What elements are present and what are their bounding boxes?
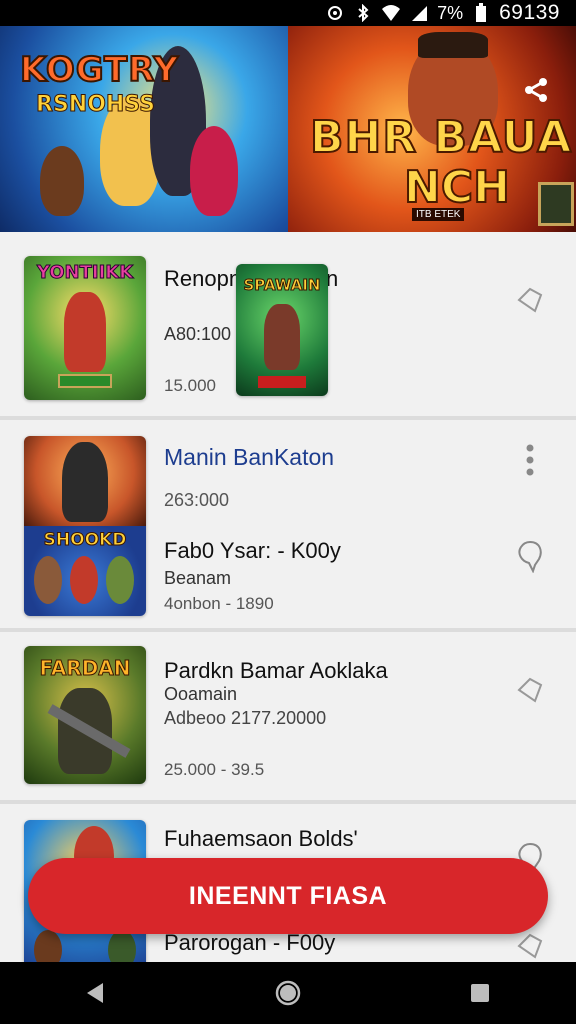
play-tag [58, 374, 112, 388]
nfc-icon [325, 3, 345, 23]
character-art [64, 292, 106, 372]
item-secondary-subtitle: Beanam [164, 568, 232, 588]
item-title: Pardkn Bamar Aoklaka [164, 658, 388, 683]
more-vert-icon[interactable] [510, 440, 550, 480]
overlay-thumbnail[interactable]: SPAWAIN [236, 264, 328, 396]
recents-icon[interactable] [450, 969, 510, 1017]
item-subtitle: A80:100 [164, 324, 232, 344]
play-tag [258, 376, 306, 388]
share-icon[interactable] [520, 74, 552, 106]
list-item[interactable]: FARDAN Pardkn Bamar Aoklaka Ooamain Adbe… [0, 632, 576, 804]
signal-icon [409, 3, 429, 23]
list-item[interactable]: YONTIIKK Renopn Asromis n A80:100 15.000… [0, 232, 576, 420]
comment-icon[interactable] [510, 536, 550, 576]
item-meta: 15.000 [164, 376, 216, 395]
bluetooth-icon [353, 3, 373, 23]
clock: 69139 [499, 1, 560, 24]
character-art [34, 556, 62, 604]
item-title[interactable]: Manin BanKaton [164, 444, 334, 471]
pin-icon[interactable] [510, 670, 550, 710]
banner-left-subtitle: RSNOHSS [35, 92, 156, 118]
system-nav-bar [0, 962, 576, 1024]
wifi-icon [381, 3, 401, 23]
item-subtitle: 263:000 [164, 490, 230, 510]
pin-icon[interactable] [510, 280, 550, 320]
side-card [538, 182, 574, 226]
list-item[interactable]: SHOOKD Manin BanKaton 263:000 Fab0 Ysar:… [0, 420, 576, 632]
hat [418, 32, 488, 58]
item-detail: Adbeoo 2177.20000 [164, 708, 327, 728]
item-subtitle: Ooamain [164, 684, 238, 704]
character-art [264, 304, 300, 370]
thumb-bottom-art: SHOOKD [24, 526, 146, 616]
game-thumbnail[interactable]: YONTIIKK [24, 256, 146, 400]
banner-right-subtitle: NCH [403, 161, 511, 214]
hero-figure [190, 126, 238, 216]
game-thumbnail[interactable]: SHOOKD [24, 436, 146, 616]
item-meta: 25.000 - 39.5 [164, 760, 265, 779]
battery-icon [471, 3, 491, 23]
item-meta: 4onbon - 1890 [164, 594, 274, 613]
character-art [106, 556, 134, 604]
banner-left-title: KOGTRY [19, 49, 180, 91]
primary-action-button[interactable]: INEENNT FIASA [28, 858, 548, 934]
game-thumbnail[interactable]: FARDAN [24, 646, 146, 784]
hero-figure [40, 146, 84, 216]
character-art [70, 556, 98, 604]
back-icon[interactable] [66, 969, 126, 1017]
banner-right-title: BHR BAUA [309, 111, 573, 164]
home-icon[interactable] [258, 969, 318, 1017]
battery-percent: 7% [437, 2, 464, 23]
status-bar: 7% 69139 [0, 0, 576, 26]
featured-banner[interactable]: KOGTRY RSNOHSS BHR BAUA NCH ITB ETEK [0, 26, 576, 232]
item-title: Fuhaemsaon Bolds' [164, 826, 358, 851]
character-art [62, 442, 108, 522]
banner-right-tag: ITB ETEK [412, 208, 465, 221]
item-secondary-title: Fab0 Ysar: - K00y [164, 538, 341, 563]
thumb-top-art [24, 436, 146, 526]
